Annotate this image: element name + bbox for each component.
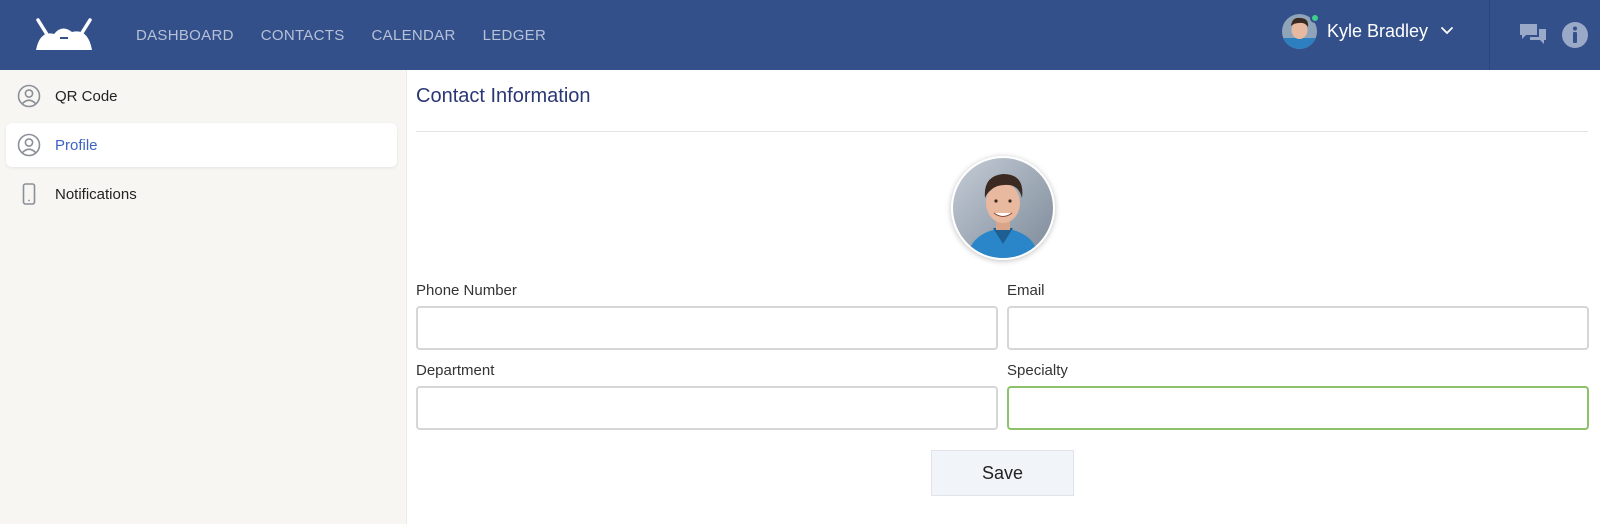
user-circle-icon bbox=[17, 84, 41, 108]
main-nav: DASHBOARD CONTACTS CALENDAR LEDGER bbox=[136, 0, 573, 70]
chevron-down-icon[interactable] bbox=[1440, 24, 1454, 38]
title-divider bbox=[416, 131, 1588, 132]
save-button[interactable]: Save bbox=[931, 450, 1074, 496]
sidebar-item-qr-code[interactable]: QR Code bbox=[6, 74, 397, 118]
sidebar-item-label: QR Code bbox=[55, 87, 118, 105]
sidebar-item-label: Profile bbox=[55, 136, 98, 154]
avatar[interactable] bbox=[1282, 12, 1320, 49]
sidebar-item-label: Notifications bbox=[55, 185, 137, 203]
specialty-label: Specialty bbox=[1007, 362, 1068, 379]
nav-contacts[interactable]: CONTACTS bbox=[261, 27, 345, 44]
department-label: Department bbox=[416, 362, 495, 379]
user-name: Kyle Bradley bbox=[1327, 20, 1429, 41]
specialty-field[interactable] bbox=[1007, 386, 1589, 430]
chat-icon[interactable] bbox=[1518, 20, 1548, 50]
profile-photo[interactable] bbox=[951, 156, 1055, 260]
phone-number-label: Phone Number bbox=[416, 282, 517, 299]
sidebar-item-notifications[interactable]: Notifications bbox=[6, 172, 397, 216]
department-field[interactable] bbox=[416, 386, 998, 430]
email-label: Email bbox=[1007, 282, 1045, 299]
phone-number-field[interactable] bbox=[416, 306, 998, 350]
logo-icon[interactable] bbox=[32, 16, 96, 52]
nav-ledger[interactable]: LEDGER bbox=[483, 27, 547, 44]
sidebar-item-profile[interactable]: Profile bbox=[6, 123, 397, 167]
contact-information-panel: Contact Information Phone Number Email D… bbox=[406, 70, 1600, 524]
sidebar: QR Code Profile Notifications bbox=[0, 70, 406, 524]
online-status-badge bbox=[1310, 12, 1320, 23]
header-divider bbox=[1489, 0, 1490, 70]
user-menu[interactable]: Kyle Bradley bbox=[1282, 12, 1454, 49]
info-icon[interactable] bbox=[1560, 20, 1590, 50]
page-title: Contact Information bbox=[416, 85, 591, 107]
nav-calendar[interactable]: CALENDAR bbox=[372, 27, 456, 44]
email-field[interactable] bbox=[1007, 306, 1589, 350]
user-circle-icon bbox=[17, 133, 41, 157]
phone-icon bbox=[22, 183, 36, 205]
nav-dashboard[interactable]: DASHBOARD bbox=[136, 27, 234, 44]
top-navbar: DASHBOARD CONTACTS CALENDAR LEDGER Kyle … bbox=[0, 0, 1600, 70]
